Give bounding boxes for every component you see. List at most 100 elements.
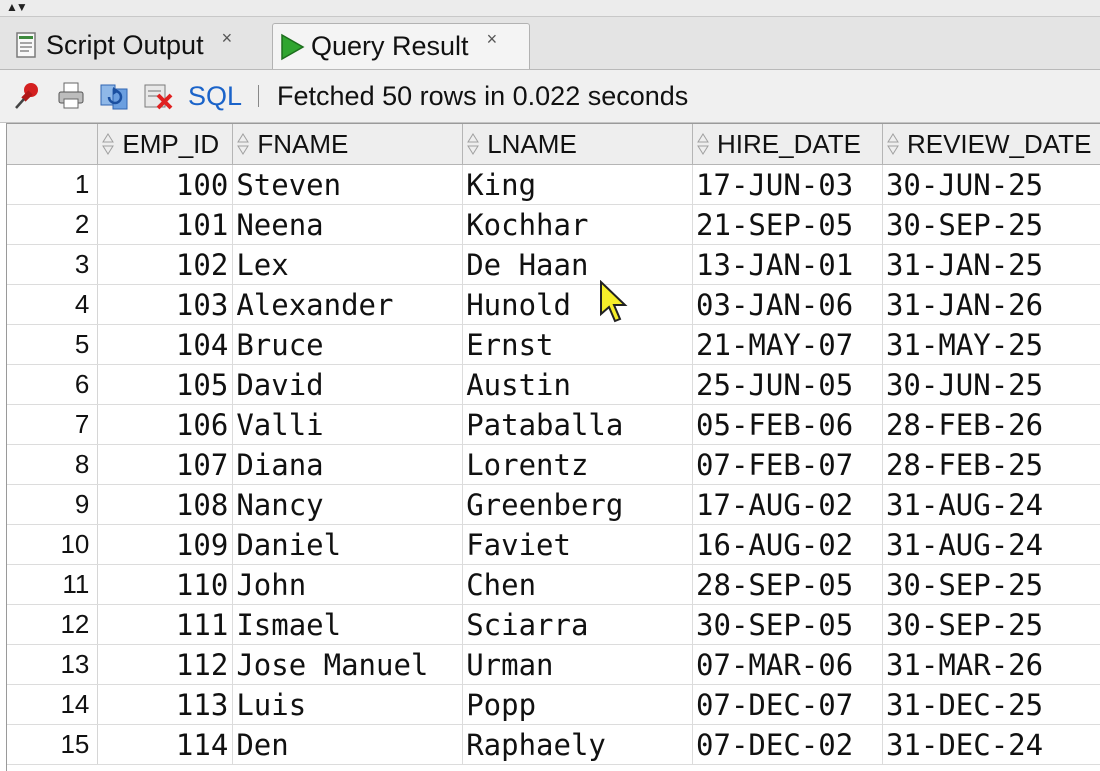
sort-icon[interactable]: [237, 132, 253, 156]
cell-hire-date[interactable]: 03-JAN-06: [692, 284, 883, 325]
cell-hire-date[interactable]: 07-FEB-07: [692, 444, 883, 485]
cell-lname[interactable]: Greenberg: [462, 484, 694, 525]
cell-hire-date[interactable]: 16-AUG-02: [692, 524, 883, 565]
close-icon[interactable]: ×: [222, 28, 233, 49]
cell-hire-date[interactable]: 07-MAR-06: [692, 644, 883, 685]
panel-splitter[interactable]: ▲▼: [0, 0, 1100, 17]
cell-lname[interactable]: Ernst: [462, 324, 694, 365]
cell-review-date[interactable]: 30-JUN-25: [882, 364, 1100, 405]
cell-hire-date[interactable]: 07-DEC-02: [692, 724, 883, 765]
row-number[interactable]: 2: [7, 204, 99, 245]
cell-emp-id[interactable]: 102: [97, 244, 234, 285]
cell-fname[interactable]: Luis: [232, 684, 464, 725]
row-number[interactable]: 7: [7, 404, 99, 445]
cell-review-date[interactable]: 30-JUN-25: [882, 164, 1100, 205]
table-row[interactable]: 11 110 John Chen 28-SEP-05 30-SEP-25: [7, 564, 1100, 605]
cell-fname[interactable]: John: [232, 564, 464, 605]
cell-hire-date[interactable]: 07-DEC-07: [692, 684, 883, 725]
cell-emp-id[interactable]: 111: [97, 604, 234, 645]
cell-emp-id[interactable]: 107: [97, 444, 234, 485]
cell-fname[interactable]: Ismael: [232, 604, 464, 645]
cell-fname[interactable]: Lex: [232, 244, 464, 285]
cell-emp-id[interactable]: 112: [97, 644, 234, 685]
splitter-arrows-icon[interactable]: ▲▼: [6, 1, 28, 13]
cell-hire-date[interactable]: 05-FEB-06: [692, 404, 883, 445]
cell-lname[interactable]: Hunold: [462, 284, 694, 325]
cell-lname[interactable]: Chen: [462, 564, 694, 605]
cell-hire-date[interactable]: 25-JUN-05: [692, 364, 883, 405]
cell-lname[interactable]: Kochhar: [462, 204, 694, 245]
tab-query-result[interactable]: Query Result ×: [272, 23, 530, 69]
cell-review-date[interactable]: 30-SEP-25: [882, 564, 1100, 605]
row-number[interactable]: 1: [7, 164, 99, 205]
row-number[interactable]: 15: [7, 724, 99, 765]
table-row[interactable]: 1 100 Steven King 17-JUN-03 30-JUN-25: [7, 164, 1100, 205]
cell-emp-id[interactable]: 114: [97, 724, 234, 765]
print-icon[interactable]: [54, 79, 88, 113]
cell-fname[interactable]: Nancy: [232, 484, 464, 525]
cell-fname[interactable]: Den: [232, 724, 464, 765]
cell-fname[interactable]: Neena: [232, 204, 464, 245]
cell-fname[interactable]: Daniel: [232, 524, 464, 565]
column-header-hire-date[interactable]: HIRE_DATE: [692, 124, 883, 165]
cell-emp-id[interactable]: 103: [97, 284, 234, 325]
clear-icon[interactable]: [142, 79, 176, 113]
table-row[interactable]: 3 102 Lex De Haan 13-JAN-01 31-JAN-25: [7, 244, 1100, 285]
row-number[interactable]: 11: [7, 564, 99, 605]
cell-fname[interactable]: Steven: [232, 164, 464, 205]
sql-button[interactable]: SQL: [188, 81, 242, 112]
cell-emp-id[interactable]: 105: [97, 364, 234, 405]
row-number[interactable]: 13: [7, 644, 99, 685]
cell-emp-id[interactable]: 110: [97, 564, 234, 605]
cell-emp-id[interactable]: 113: [97, 684, 234, 725]
cell-review-date[interactable]: 31-JAN-26: [882, 284, 1100, 325]
table-row[interactable]: 6 105 David Austin 25-JUN-05 30-JUN-25: [7, 364, 1100, 405]
cell-emp-id[interactable]: 101: [97, 204, 234, 245]
cell-lname[interactable]: Popp: [462, 684, 694, 725]
row-number[interactable]: 5: [7, 324, 99, 365]
cell-emp-id[interactable]: 109: [97, 524, 234, 565]
cell-hire-date[interactable]: 30-SEP-05: [692, 604, 883, 645]
row-number[interactable]: 14: [7, 684, 99, 725]
cell-lname[interactable]: Austin: [462, 364, 694, 405]
cell-hire-date[interactable]: 17-JUN-03: [692, 164, 883, 205]
table-row[interactable]: 10 109 Daniel Faviet 16-AUG-02 31-AUG-24: [7, 524, 1100, 565]
cell-hire-date[interactable]: 13-JAN-01: [692, 244, 883, 285]
table-row[interactable]: 13 112 Jose Manuel Urman 07-MAR-06 31-MAR-26: [7, 644, 1100, 685]
cell-hire-date[interactable]: 21-SEP-05: [692, 204, 883, 245]
cell-lname[interactable]: Pataballa: [462, 404, 694, 445]
table-row[interactable]: 12 111 Ismael Sciarra 30-SEP-05 30-SEP-25: [7, 604, 1100, 645]
cell-fname[interactable]: Valli: [232, 404, 464, 445]
cell-lname[interactable]: Sciarra: [462, 604, 694, 645]
cell-review-date[interactable]: 28-FEB-26: [882, 404, 1100, 445]
cell-review-date[interactable]: 28-FEB-25: [882, 444, 1100, 485]
cell-fname[interactable]: David: [232, 364, 464, 405]
cell-review-date[interactable]: 30-SEP-25: [882, 604, 1100, 645]
row-number[interactable]: 6: [7, 364, 99, 405]
table-row[interactable]: 2 101 Neena Kochhar 21-SEP-05 30-SEP-25: [7, 204, 1100, 245]
cell-review-date[interactable]: 31-AUG-24: [882, 484, 1100, 525]
column-header-emp-id[interactable]: EMP_ID: [97, 124, 234, 165]
table-row[interactable]: 14 113 Luis Popp 07-DEC-07 31-DEC-25: [7, 684, 1100, 725]
cell-hire-date[interactable]: 21-MAY-07: [692, 324, 883, 365]
cell-lname[interactable]: Lorentz: [462, 444, 694, 485]
cell-review-date[interactable]: 31-DEC-24: [882, 724, 1100, 765]
row-number[interactable]: 10: [7, 524, 99, 565]
tab-script-output[interactable]: Script Output ×: [8, 23, 266, 67]
cell-emp-id[interactable]: 108: [97, 484, 234, 525]
row-number[interactable]: 12: [7, 604, 99, 645]
cell-review-date[interactable]: 31-MAY-25: [882, 324, 1100, 365]
sort-icon[interactable]: [887, 132, 903, 156]
cell-fname[interactable]: Diana: [232, 444, 464, 485]
sort-icon[interactable]: [467, 132, 483, 156]
pin-icon[interactable]: [10, 79, 44, 113]
sort-icon[interactable]: [697, 132, 713, 156]
cell-hire-date[interactable]: 28-SEP-05: [692, 564, 883, 605]
cell-review-date[interactable]: 30-SEP-25: [882, 204, 1100, 245]
sort-icon[interactable]: [102, 132, 118, 156]
query-result-grid[interactable]: EMP_ID FNAME LNAME HIRE_DATE REVIEW_DATE…: [6, 123, 1100, 771]
cell-lname[interactable]: Raphaely: [462, 724, 694, 765]
column-header-review-date[interactable]: REVIEW_DATE: [882, 124, 1100, 165]
table-row[interactable]: 5 104 Bruce Ernst 21-MAY-07 31-MAY-25: [7, 324, 1100, 365]
cell-emp-id[interactable]: 104: [97, 324, 234, 365]
